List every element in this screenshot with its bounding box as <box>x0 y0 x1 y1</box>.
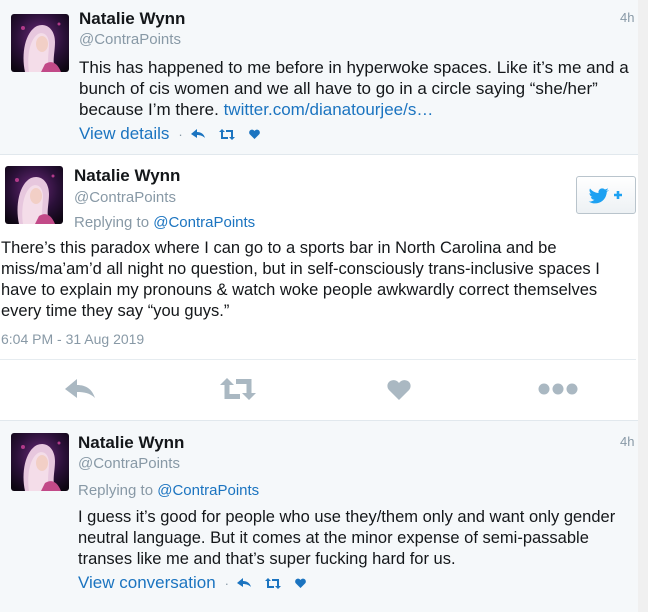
reply-icon[interactable] <box>190 129 205 139</box>
replying-to: Replying to @ContraPoints <box>78 482 259 499</box>
tweet-actions: View details · <box>79 124 274 144</box>
tweet-link[interactable]: twitter.com/dianatourjee/s… <box>224 100 434 119</box>
tweet-time[interactable]: 4h <box>620 434 634 449</box>
tweet-actions: View conversation · <box>78 573 320 593</box>
like-icon[interactable] <box>384 371 414 407</box>
separator-dot: · <box>224 575 229 591</box>
avatar[interactable] <box>11 14 69 72</box>
author-handle[interactable]: @ContraPoints <box>79 31 181 48</box>
reply-icon[interactable] <box>237 578 251 588</box>
replying-to-prefix: Replying to <box>74 214 154 231</box>
avatar[interactable] <box>11 433 69 491</box>
tweet-text: I guess it’s good for people who use the… <box>78 508 616 568</box>
follow-button[interactable] <box>576 176 636 214</box>
retweet-icon[interactable] <box>218 371 258 407</box>
more-icon[interactable] <box>536 371 580 407</box>
separator-dot: · <box>178 126 183 142</box>
author-handle[interactable]: @ContraPoints <box>74 189 176 206</box>
tweet-2-expanded[interactable]: Natalie Wynn @ContraPoints Replying to @… <box>0 156 648 420</box>
view-conversation-link[interactable]: View conversation <box>78 573 216 593</box>
retweet-icon[interactable] <box>265 577 281 589</box>
tweet-action-bar <box>0 371 640 407</box>
like-icon[interactable] <box>248 129 260 139</box>
like-icon[interactable] <box>295 578 306 588</box>
replying-to-mention[interactable]: @ContraPoints <box>157 482 259 499</box>
reply-icon[interactable] <box>62 371 98 407</box>
tweet-text: This has happened to me before in hyperw… <box>79 57 634 120</box>
retweet-icon[interactable] <box>218 128 235 140</box>
avatar[interactable] <box>5 166 63 224</box>
author-handle[interactable]: @ContraPoints <box>78 455 180 472</box>
tweet-1[interactable]: Natalie Wynn @ContraPoints 4h This has h… <box>0 0 648 155</box>
scrollbar[interactable] <box>638 0 648 612</box>
replying-to-prefix: Replying to <box>78 482 158 499</box>
tweet-time[interactable]: 4h <box>620 10 634 25</box>
tweet-3[interactable]: Natalie Wynn @ContraPoints 4h Replying t… <box>0 420 648 612</box>
divider <box>0 359 636 360</box>
author-name[interactable]: Natalie Wynn <box>79 9 185 29</box>
view-details-link[interactable]: View details <box>79 124 169 144</box>
author-name[interactable]: Natalie Wynn <box>78 433 184 453</box>
tweet-text: There’s this paradox where I can go to a… <box>1 239 600 320</box>
author-name[interactable]: Natalie Wynn <box>74 166 180 186</box>
replying-to-mention[interactable]: @ContraPoints <box>153 214 255 231</box>
twitter-bird-follow-icon <box>588 188 622 204</box>
replying-to: Replying to @ContraPoints <box>74 214 255 231</box>
tweet-timestamp[interactable]: 6:04 PM - 31 Aug 2019 <box>1 331 144 347</box>
